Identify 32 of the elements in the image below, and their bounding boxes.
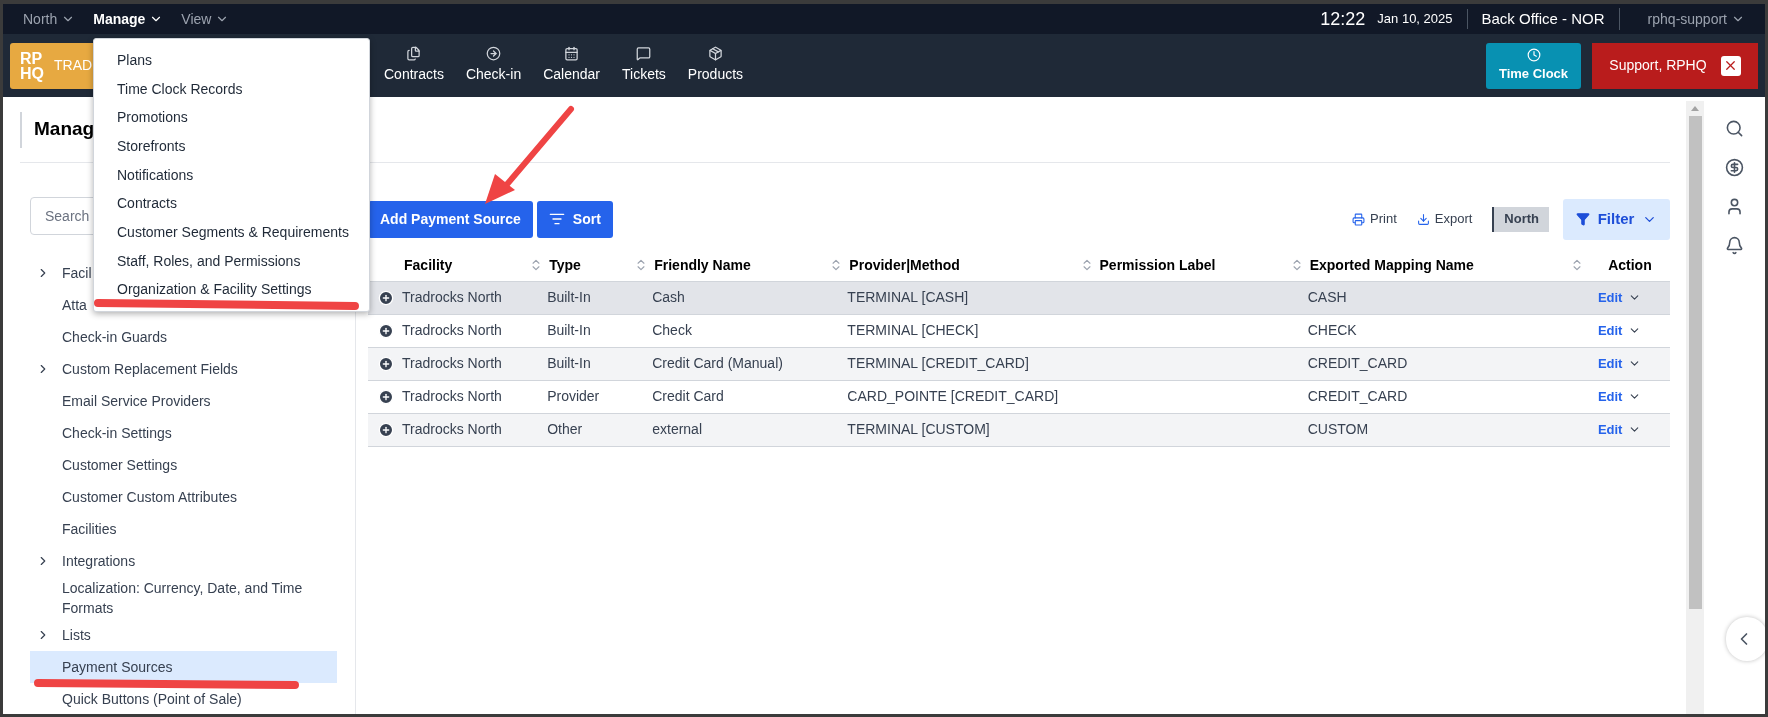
- table-cell: Credit Card (Manual): [652, 355, 783, 371]
- location: Back Office - NOR: [1467, 7, 1620, 31]
- table-cell: TERMINAL [CHECK]: [847, 322, 979, 338]
- date: Jan 10, 2025: [1377, 9, 1468, 29]
- brand-name: TRAD: [54, 56, 93, 75]
- table-cell: CARD_POINTE [CREDIT_CARD]: [847, 388, 1059, 404]
- table-cell: CASH: [1307, 289, 1347, 305]
- table-cell: Built-In: [547, 322, 591, 338]
- logo-mark: RP HQ: [20, 50, 45, 81]
- table-cell: external: [652, 421, 702, 437]
- table-cell: Credit Card: [652, 388, 724, 404]
- table-cell: Built-In: [547, 289, 591, 305]
- table-cell: TERMINAL [CASH]: [847, 289, 969, 305]
- table-cell: Built-In: [547, 355, 591, 371]
- table-cell: Tradrocks North: [402, 355, 502, 371]
- table-cell: Tradrocks North: [402, 421, 502, 437]
- table-cell: CREDIT_CARD: [1307, 388, 1408, 404]
- table-cell: Tradrocks North: [402, 289, 502, 305]
- table-cell: CREDIT_CARD: [1307, 355, 1408, 371]
- table-cell: Tradrocks North: [402, 388, 502, 404]
- table-cell: Other: [547, 421, 583, 437]
- facility-badge: North: [1492, 206, 1549, 232]
- table-cell: CUSTOM: [1307, 421, 1369, 437]
- clock-time: 12:22: [1320, 7, 1366, 31]
- table-cell: Cash: [652, 289, 685, 305]
- table-cell: TERMINAL [CUSTOM]: [847, 421, 990, 437]
- table-cell: TERMINAL [CREDIT_CARD]: [847, 355, 1029, 371]
- page-title: Manag: [34, 117, 95, 142]
- table-cell: Provider: [547, 388, 600, 404]
- table-cell: Check: [652, 322, 692, 338]
- table-cell: Tradrocks North: [402, 322, 502, 338]
- table-cell: CHECK: [1307, 322, 1357, 338]
